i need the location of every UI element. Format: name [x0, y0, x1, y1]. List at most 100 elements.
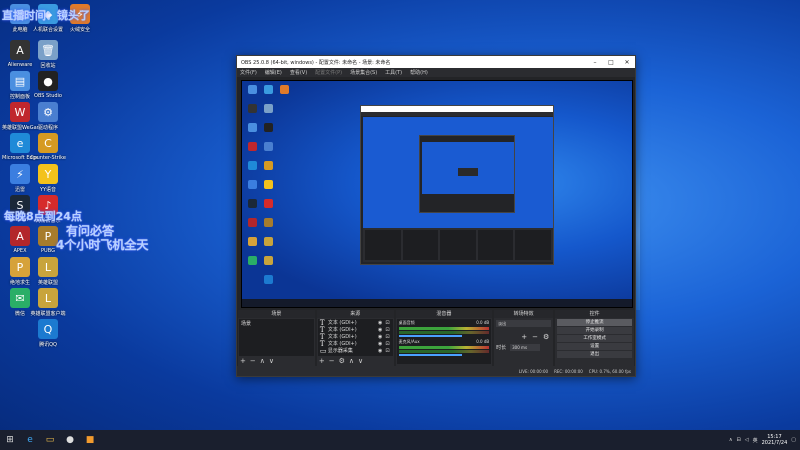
- volume-slider[interactable]: [398, 335, 462, 337]
- preview-icon: [264, 85, 273, 94]
- add-icon[interactable]: +: [521, 333, 527, 341]
- lock-icon[interactable]: ⊡: [385, 320, 389, 326]
- monitor-source-icon: ▭: [319, 346, 327, 355]
- visibility-icon[interactable]: ◉: [378, 334, 382, 340]
- source-item[interactable]: T 文本 (GDI+) ◉ ⊡: [318, 319, 393, 327]
- source-item[interactable]: ▭ 显示器采集 ◉ ⊡: [318, 346, 393, 355]
- menu-help[interactable]: 帮助(H): [410, 69, 428, 76]
- menu-scene-collection[interactable]: 场景集合(S): [350, 69, 377, 76]
- menu-file[interactable]: 文件(F): [240, 69, 257, 76]
- preview-canvas[interactable]: [241, 80, 633, 308]
- move-down-icon[interactable]: ∨: [358, 357, 363, 365]
- desktop-icon[interactable]: ⚡ 迅雷: [2, 164, 38, 193]
- remove-icon[interactable]: −: [329, 357, 335, 365]
- gear-icon[interactable]: ⚙: [339, 357, 345, 365]
- move-down-icon[interactable]: ∨: [269, 357, 274, 365]
- visibility-icon[interactable]: ◉: [378, 320, 382, 326]
- visibility-icon[interactable]: ◉: [378, 348, 382, 354]
- menu-edit[interactable]: 编辑(E): [265, 69, 282, 76]
- transition-select[interactable]: 淡出: [496, 320, 552, 327]
- desktop-icon[interactable]: e Microsoft Edge: [2, 133, 38, 161]
- network-icon[interactable]: ⊟: [737, 437, 741, 443]
- ime-icon[interactable]: 英: [753, 437, 758, 444]
- menu-view[interactable]: 查看(V): [290, 69, 307, 76]
- scene-item[interactable]: 场景: [239, 319, 314, 328]
- desktop-icon[interactable]: Q 腾讯QQ: [30, 319, 66, 348]
- volume-slider[interactable]: [398, 354, 462, 356]
- source-item[interactable]: T 文本 (GDI+) ◉ ⊡: [318, 326, 393, 334]
- lock-icon[interactable]: ⊡: [385, 348, 389, 354]
- start-icon[interactable]: ⊞: [0, 430, 20, 450]
- duration-input[interactable]: 300 ms: [510, 344, 541, 351]
- app-icon: ▤: [10, 71, 30, 91]
- file-explorer-icon[interactable]: ▭: [40, 430, 60, 450]
- gear-icon[interactable]: ⚙: [543, 333, 549, 341]
- lock-icon[interactable]: ⊡: [385, 341, 389, 347]
- stop-streaming-button[interactable]: 停止推流: [557, 319, 632, 326]
- menu-profile[interactable]: 配置文件(P): [315, 69, 342, 76]
- obs-window[interactable]: OBS 25.0.8 (64-bit, windows) - 配置文件: 未命名…: [236, 55, 636, 377]
- app-icon: A: [10, 40, 30, 60]
- edge-icon[interactable]: e: [20, 430, 40, 450]
- app-icon: ●: [38, 71, 58, 91]
- volume-meter: [398, 350, 490, 353]
- sources-list[interactable]: T 文本 (GDI+) ◉ ⊡ T 文本 (GDI+) ◉ ⊡ T 文本 (GDI+) ◉ ⊡ T…: [317, 319, 393, 356]
- lock-icon[interactable]: ⊡: [385, 334, 389, 340]
- desktop-icon-label: Microsoft Edge: [2, 155, 38, 161]
- clock[interactable]: 15:17 2021/7/24: [762, 434, 788, 446]
- notification-icon[interactable]: ▢: [791, 437, 796, 443]
- preview-icon: [248, 142, 257, 151]
- preview-icon: [264, 123, 273, 132]
- preview-icon: [264, 237, 273, 246]
- app-icon: Q: [38, 319, 58, 339]
- studio-mode-button[interactable]: 工作室模式: [557, 335, 632, 342]
- preview-icon: [248, 123, 257, 132]
- close-icon[interactable]: ✕: [619, 59, 635, 66]
- move-up-icon[interactable]: ∧: [349, 357, 354, 365]
- lock-icon[interactable]: ⊡: [385, 327, 389, 333]
- rec-status: REC: 00:00:00: [554, 368, 583, 374]
- minimize-icon[interactable]: –: [587, 59, 603, 66]
- chevron-up-icon[interactable]: ∧: [729, 437, 733, 443]
- desktop-icon[interactable]: W 英雄联盟WeGame: [2, 102, 38, 131]
- transitions-dock: 转场特效 淡出 + − ⚙ 时长 300 ms: [494, 310, 554, 366]
- nested-obs-window: [360, 105, 554, 265]
- move-up-icon[interactable]: ∧: [260, 357, 265, 365]
- desktop-icon[interactable]: P 绝地求生: [2, 257, 38, 286]
- duration-label: 时长: [496, 345, 507, 351]
- app-icon: L: [38, 288, 58, 308]
- preview-icon: [264, 104, 273, 113]
- add-icon[interactable]: +: [319, 357, 325, 365]
- preview-icon: [264, 142, 273, 151]
- maximize-icon[interactable]: □: [603, 59, 619, 66]
- desktop-icon[interactable]: ▤ 控制面板: [2, 71, 38, 100]
- desktop-icon[interactable]: ✉ 微信: [2, 288, 38, 317]
- add-icon[interactable]: +: [240, 357, 246, 365]
- desktop-icon[interactable]: A APEX: [2, 226, 38, 254]
- docks-row: 场景 场景 + − ∧ ∨ 来源 T 文本 (GDI+) ◉ ⊡ T 文本 (GDI+)…: [237, 310, 635, 366]
- desktop-icon[interactable]: A Alienware: [2, 40, 38, 68]
- source-item[interactable]: T 文本 (GDI+) ◉ ⊡: [318, 340, 393, 348]
- scenes-list[interactable]: 场景: [239, 319, 314, 356]
- cpu-status: CPU: 0.7%, 60.00 fps: [588, 368, 631, 374]
- volume-icon[interactable]: ◁: [745, 437, 749, 443]
- source-item[interactable]: T 文本 (GDI+) ◉ ⊡: [318, 333, 393, 341]
- overlay-text-1: 直播时间：镜头了: [2, 9, 90, 22]
- desktop-icon-label: APEX: [13, 248, 27, 254]
- status-bar: LIVE: 00:00:00 REC: 00:00:00 CPU: 0.7%, …: [237, 366, 635, 376]
- menu-tools[interactable]: 工具(T): [385, 69, 402, 76]
- preview-icon: [264, 256, 273, 265]
- desktop-icon-label: 微信: [14, 311, 25, 317]
- visibility-icon[interactable]: ◉: [378, 341, 382, 347]
- visibility-icon[interactable]: ◉: [378, 327, 382, 333]
- obs-titlebar[interactable]: OBS 25.0.8 (64-bit, windows) - 配置文件: 未命名…: [237, 56, 635, 68]
- settings-button[interactable]: 设置: [557, 343, 632, 350]
- start-recording-button[interactable]: 开始录制: [557, 327, 632, 334]
- app-taskbar-icon[interactable]: ■: [80, 430, 100, 450]
- remove-icon[interactable]: −: [532, 333, 538, 341]
- obs-taskbar-icon[interactable]: ●: [60, 430, 80, 450]
- taskbar: ⊞ e ▭ ● ■ ∧ ⊟ ◁ 英 15:17 2021/7/24 ▢: [0, 430, 800, 450]
- remove-icon[interactable]: −: [250, 357, 256, 365]
- volume-meter: [398, 331, 490, 334]
- exit-button[interactable]: 退出: [557, 351, 632, 358]
